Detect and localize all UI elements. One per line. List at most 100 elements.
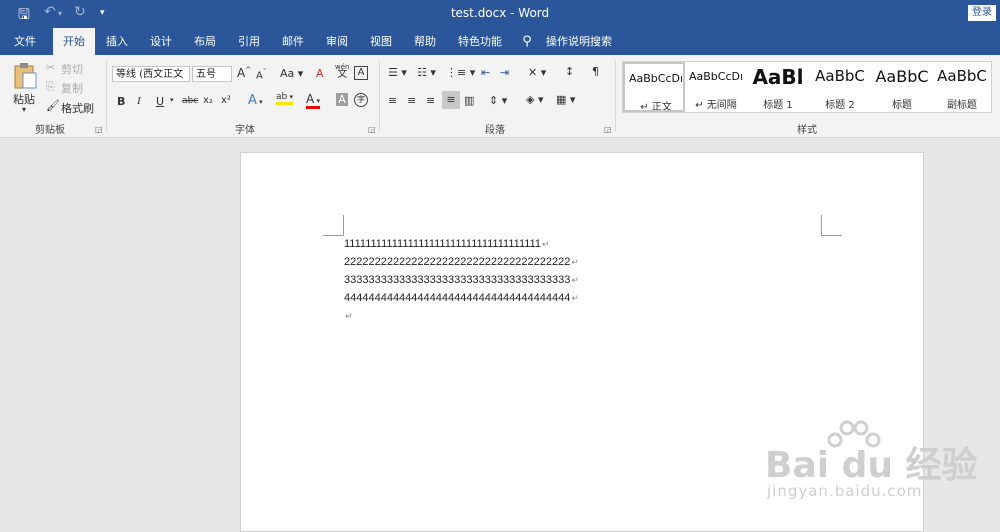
subscript-button[interactable]: x₂ xyxy=(203,95,213,106)
phonetic-bottom: 文 xyxy=(337,69,348,80)
underline-button[interactable]: U xyxy=(156,95,164,108)
enclose-characters-icon: 字 xyxy=(357,95,365,104)
font-size-combo[interactable]: 五号 xyxy=(192,66,232,82)
grow-font-icon: A xyxy=(237,66,246,80)
align-center-icon[interactable]: ≡ xyxy=(407,94,416,107)
style-name: ↵ 正文 xyxy=(640,102,672,112)
tab-home[interactable]: 开始 xyxy=(53,28,95,55)
signin-button[interactable]: 登录 xyxy=(968,5,996,21)
character-shading-button[interactable]: A xyxy=(336,93,348,106)
paste-icon[interactable] xyxy=(12,61,38,91)
style-subtitle[interactable]: AaBbC 副标题 xyxy=(933,62,991,112)
tab-file[interactable]: 文件 xyxy=(6,28,44,55)
font-family-combo[interactable]: 等线 (西文正文 xyxy=(112,66,190,82)
format-painter-button[interactable]: 格式刷 xyxy=(61,100,94,116)
change-case-button[interactable]: Aa ▾ xyxy=(280,67,303,80)
tab-mailings[interactable]: 邮件 xyxy=(276,28,310,55)
bold-button[interactable]: B xyxy=(117,95,125,108)
group-separator xyxy=(615,60,616,132)
font-size-value: 五号 xyxy=(196,69,216,80)
tab-insert[interactable]: 插入 xyxy=(100,28,134,55)
copy-button[interactable]: 复制 xyxy=(61,80,83,96)
styles-gallery: AaBbCcDı ↵ 正文 AaBbCcDı ↵ 无间隔 AaBl 标题 1 A… xyxy=(622,61,992,113)
increase-indent-icon[interactable]: ⇥ xyxy=(500,66,509,79)
decrease-indent-icon[interactable]: ⇤ xyxy=(481,66,490,79)
paragraph-launcher-icon[interactable]: ◲ xyxy=(604,125,612,134)
highlight-icon: ab xyxy=(276,92,288,102)
clear-formatting-button[interactable]: A xyxy=(316,67,324,80)
title-bar: 🖫 ↶ ▾ ↻ ▾ test.docx - Word 登录 xyxy=(0,0,1000,28)
tab-layout[interactable]: 布局 xyxy=(188,28,222,55)
paragraph-mark: ↵ xyxy=(571,275,579,285)
multilevel-list-icon[interactable]: ⋮≡ ▾ xyxy=(446,66,475,79)
show-marks-icon[interactable]: ¶ xyxy=(592,65,599,78)
document-line[interactable]: 3333333333333333333333333333333333333↵ xyxy=(344,274,579,286)
watermark-main: Bai du 经验 xyxy=(765,445,978,486)
tab-references[interactable]: 引用 xyxy=(232,28,266,55)
paragraph-mark: ↵ xyxy=(571,257,579,267)
bullets-icon[interactable]: ☰ ▾ xyxy=(388,66,407,79)
document-line[interactable]: 4444444444444444444444444444444444444↵ xyxy=(344,292,579,304)
style-name: ↵ 无间隔 xyxy=(695,100,737,111)
enclose-characters-button[interactable]: 字 xyxy=(354,93,368,107)
style-preview: AaBbCcDı xyxy=(628,72,684,85)
tab-view[interactable]: 视图 xyxy=(364,28,398,55)
tab-help[interactable]: 帮助 xyxy=(408,28,442,55)
paste-dropdown-icon[interactable]: ▾ xyxy=(22,105,26,114)
phonetic-guide-button[interactable]: wén 文 xyxy=(335,63,349,80)
underline-dropdown-icon[interactable]: ▾ xyxy=(170,96,174,104)
shading-icon[interactable]: ◈ ▾ xyxy=(526,93,543,106)
line-text: 4444444444444444444444444444444444444 xyxy=(344,292,571,304)
grow-font-button[interactable]: A^ xyxy=(237,66,251,80)
clipboard-launcher-icon[interactable]: ◲ xyxy=(95,125,103,134)
highlight-button[interactable]: ab ▾ xyxy=(276,92,293,105)
numbering-icon[interactable]: ☷ ▾ xyxy=(417,66,436,79)
document-line[interactable]: 2222222222222222222222222222222222222↵ xyxy=(344,256,579,268)
align-left-icon[interactable]: ≡ xyxy=(388,94,397,107)
align-right-icon[interactable]: ≡ xyxy=(426,94,435,107)
character-shading-icon: A xyxy=(338,93,346,106)
paragraph-mark: ↵ xyxy=(345,311,353,321)
style-preview: AaBbC xyxy=(937,67,987,85)
justify-icon[interactable]: ≡ xyxy=(442,91,460,109)
style-normal[interactable]: AaBbCcDı ↵ 正文 xyxy=(623,62,685,112)
paragraph-mark: ↵ xyxy=(541,239,550,249)
shrink-font-button[interactable]: Aˇ xyxy=(256,68,266,81)
line-spacing-icon[interactable]: ⇕ ▾ xyxy=(489,94,507,107)
sort-icon[interactable]: ↕ xyxy=(565,65,574,78)
style-no-spacing[interactable]: AaBbCcDı ↵ 无间隔 xyxy=(685,62,747,112)
font-launcher-icon[interactable]: ◲ xyxy=(368,125,376,134)
character-border-button[interactable]: A xyxy=(354,66,368,80)
font-color-icon: A xyxy=(306,92,315,106)
tab-design[interactable]: 设计 xyxy=(144,28,178,55)
document-line[interactable]: 1111111111111111111111111111111111111↵ xyxy=(344,238,550,250)
style-title[interactable]: AaBbC 标题 xyxy=(871,62,933,112)
cut-button[interactable]: 剪切 xyxy=(61,61,83,77)
style-heading-1[interactable]: AaBl 标题 1 xyxy=(747,62,809,112)
superscript-button[interactable]: x² xyxy=(221,95,231,106)
text-effects-button[interactable]: A ▾ xyxy=(248,93,263,108)
format-painter-icon: 🖌 xyxy=(46,99,60,112)
ribbon: 粘贴 ▾ ✂ 剪切 ⎘ 复制 🖌 格式刷 剪贴板 ◲ 等线 (西文正文 五号 A… xyxy=(0,55,1000,138)
cut-icon: ✂ xyxy=(46,61,56,74)
line-text: 1111111111111111111111111111111111111 xyxy=(344,238,541,250)
italic-button[interactable]: I xyxy=(137,95,141,107)
distributed-icon[interactable]: ▥ xyxy=(464,94,474,107)
style-name: 副标题 xyxy=(947,100,977,111)
tab-review[interactable]: 审阅 xyxy=(320,28,354,55)
document-line[interactable]: ↵ xyxy=(344,310,353,322)
font-family-value: 等线 (西文正文 xyxy=(116,69,184,80)
strikethrough-button[interactable]: abc xyxy=(182,96,198,106)
window-title: test.docx - Word xyxy=(450,6,550,20)
tab-featured[interactable]: 特色功能 xyxy=(452,28,508,55)
borders-icon[interactable]: ▦ ▾ xyxy=(556,93,575,106)
clipboard-group-label: 剪贴板 xyxy=(35,125,65,136)
text-effects-icon: A xyxy=(248,93,257,108)
margin-corner-top-right xyxy=(821,215,842,236)
lightbulb-icon: ⚲ xyxy=(522,34,532,49)
asian-layout-icon[interactable]: ✕ ▾ xyxy=(528,66,546,79)
style-heading-2[interactable]: AaBbC 标题 2 xyxy=(809,62,871,112)
font-color-button[interactable]: A ▾ xyxy=(306,92,320,109)
tell-me-search[interactable]: 操作说明搜索 xyxy=(544,28,614,55)
style-preview: AaBbC xyxy=(815,67,865,85)
